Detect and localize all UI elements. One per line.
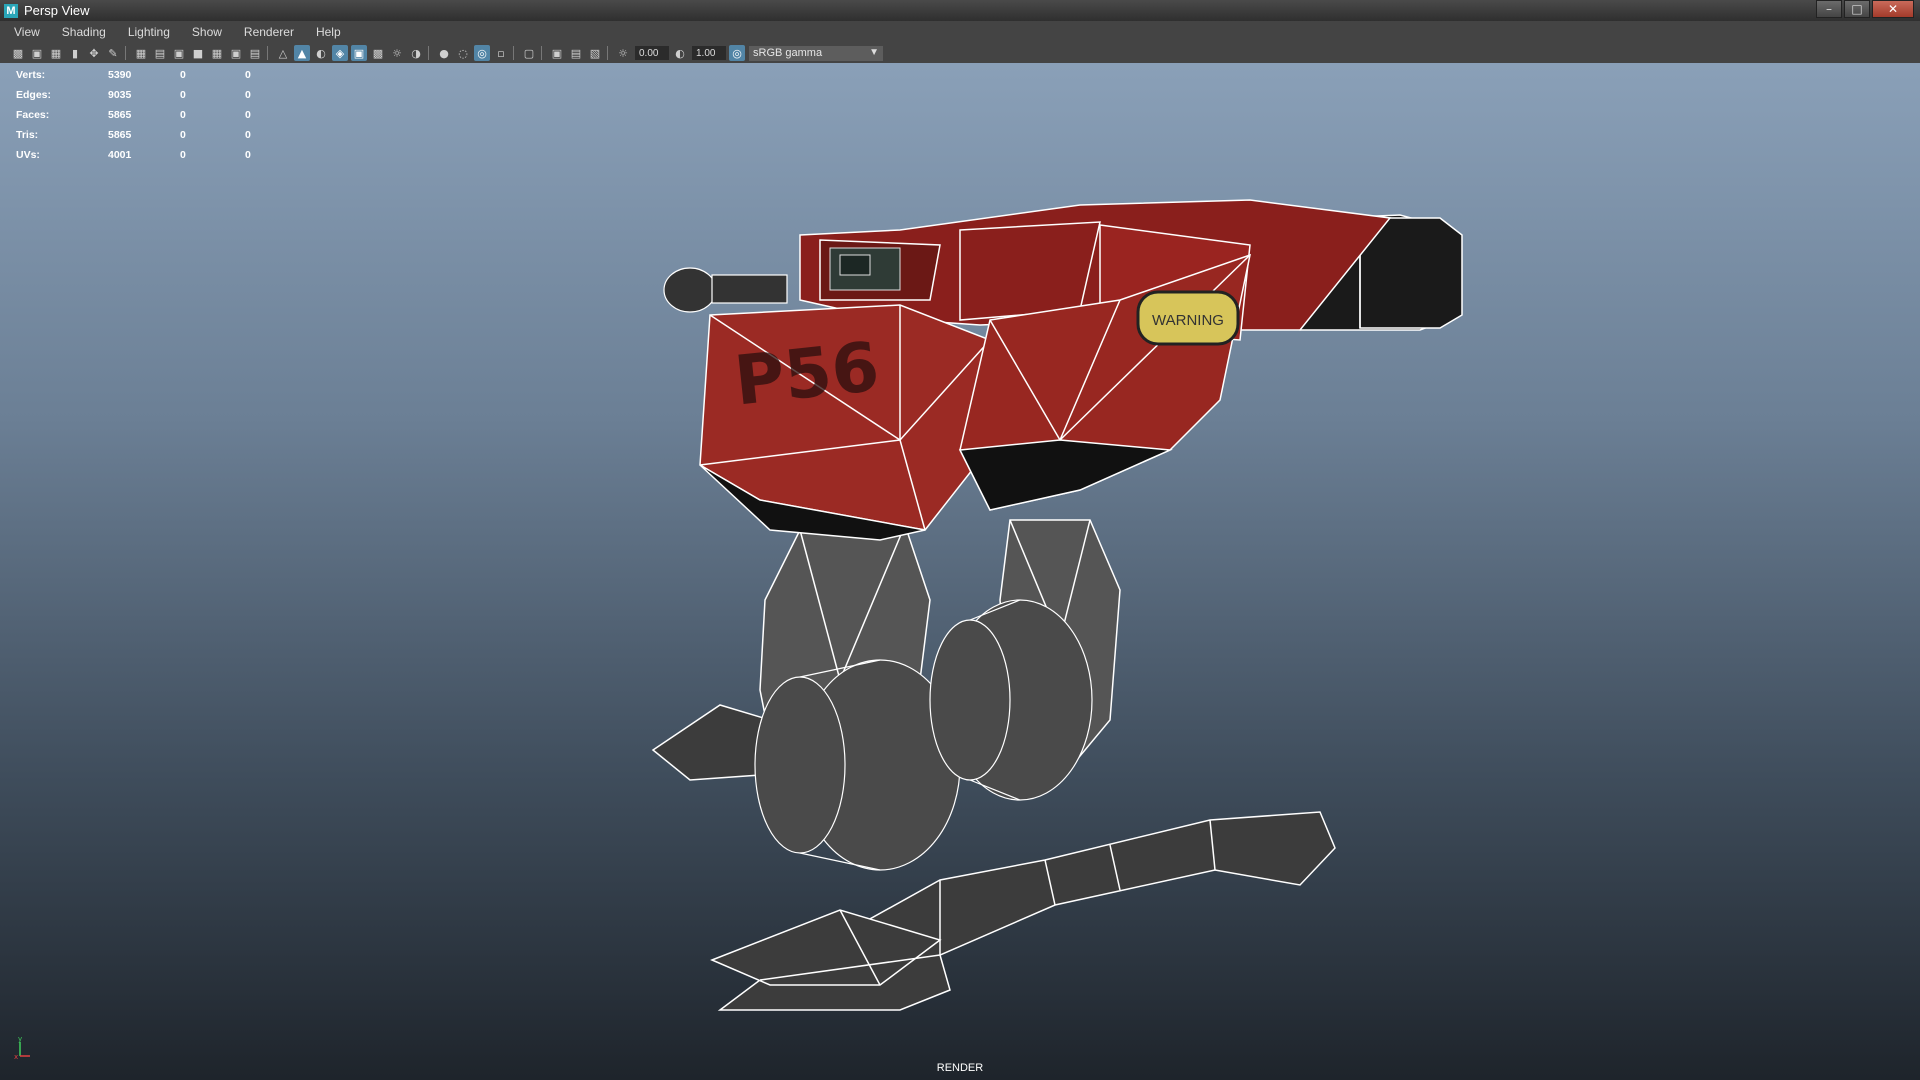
bookmark-icon[interactable]: ▦ (48, 45, 64, 61)
hud-selected: 0 (180, 129, 186, 141)
exposure-icon[interactable]: ☼ (615, 45, 631, 61)
menu-shading[interactable]: Shading (48, 25, 114, 39)
color-space-dropdown[interactable]: sRGB gamma ▼ (749, 45, 883, 61)
hud-other: 0 (245, 89, 251, 101)
menu-renderer[interactable]: Renderer (230, 25, 302, 39)
hud-row-verts: Verts: 5390 0 0 (16, 65, 251, 85)
view-transform-icon[interactable]: ▧ (587, 45, 603, 61)
2d-pan-icon[interactable]: ✥ (86, 45, 102, 61)
poly-count-hud: Verts: 5390 0 0 Edges: 9035 0 0 Faces: 5… (16, 65, 251, 165)
close-button[interactable]: ✕ (1872, 0, 1914, 18)
hud-icon[interactable]: ▤ (568, 45, 584, 61)
hud-other: 0 (245, 109, 251, 121)
maximize-button[interactable]: □ (1844, 0, 1870, 18)
warning-decal: WARNING (1136, 290, 1240, 346)
menu-lighting[interactable]: Lighting (114, 25, 178, 39)
panel-toolbar: ▩ ▣ ▦ ▮ ✥ ✎ ▦ ▤ ▣ ■ ▦ ▣ ▤ △ ▲ ◐ ◈ ▣ ▩ ☼ … (0, 43, 1920, 64)
toolbar-separator (125, 46, 126, 60)
hud-value: 9035 (108, 89, 132, 101)
isolate-select-icon[interactable]: ▢ (521, 45, 537, 61)
grid-icon[interactable]: ▦ (133, 45, 149, 61)
wireframe-icon[interactable]: △ (275, 45, 291, 61)
shadows-icon[interactable]: ◑ (408, 45, 424, 61)
warning-label: WARNING (1152, 312, 1224, 329)
rear-nozzle (663, 267, 788, 313)
hud-value: 5865 (108, 129, 132, 141)
image-plane-icon[interactable]: ▮ (67, 45, 83, 61)
hud-row-edges: Edges: 9035 0 0 (16, 85, 251, 105)
color-management-icon[interactable]: ◎ (729, 45, 745, 61)
exposure-field[interactable]: 0.00 (635, 46, 669, 60)
control-panel (829, 247, 901, 291)
hud-row-uvs: UVs: 4001 0 0 (16, 145, 251, 165)
maya-app-icon: M (4, 3, 18, 18)
motion-blur-icon[interactable]: ◌ (455, 45, 471, 61)
menu-view[interactable]: View (0, 25, 48, 39)
depth-of-field-icon[interactable]: ▫ (493, 45, 509, 61)
hud-label: Edges: (16, 89, 52, 101)
smooth-shade-icon[interactable]: ▲ (294, 45, 310, 61)
gate-mask-icon[interactable]: ■ (190, 45, 206, 61)
hud-label: UVs: (16, 149, 40, 161)
toolbar-separator (541, 46, 542, 60)
hud-label: Tris: (16, 129, 39, 141)
renderer-label: RENDER (936, 1062, 984, 1074)
window-title: Persp View (24, 3, 90, 18)
view-axis-icon: y x (14, 1036, 30, 1060)
camera-icon[interactable]: ▩ (10, 45, 26, 61)
xray-icon[interactable]: ▣ (351, 45, 367, 61)
xray-joints-icon[interactable]: ▣ (549, 45, 565, 61)
hud-label: Faces: (16, 109, 50, 121)
hud-selected: 0 (180, 69, 186, 81)
perspective-viewport[interactable]: WARNING P56 Verts: 5390 0 0 Edges: 9035 … (0, 63, 1920, 1080)
hud-selected: 0 (180, 149, 186, 161)
window-titlebar: M Persp View – □ ✕ (0, 0, 1920, 21)
hud-other: 0 (245, 69, 251, 81)
ambient-occlusion-icon[interactable]: ● (436, 45, 452, 61)
lights-icon[interactable]: ☼ (389, 45, 405, 61)
hud-selected: 0 (180, 109, 186, 121)
safe-title-icon[interactable]: ▤ (247, 45, 263, 61)
gamma-icon[interactable]: ◐ (672, 45, 688, 61)
anti-aliasing-icon[interactable]: ◎ (474, 45, 490, 61)
wireframe-on-shaded-icon[interactable]: ◈ (332, 45, 348, 61)
chevron-down-icon: ▼ (869, 46, 879, 58)
toolbar-separator (513, 46, 514, 60)
panel-menubar: View Shading Lighting Show Renderer Help (0, 21, 1920, 44)
field-chart-icon[interactable]: ▦ (209, 45, 225, 61)
safe-action-icon[interactable]: ▣ (228, 45, 244, 61)
color-space-value: sRGB gamma (753, 47, 823, 59)
toolbar-separator (428, 46, 429, 60)
minimize-button[interactable]: – (1816, 0, 1842, 18)
hud-value: 4001 (108, 149, 132, 161)
axis-x-label: x (14, 1053, 18, 1060)
hud-other: 0 (245, 129, 251, 141)
hud-other: 0 (245, 149, 251, 161)
hud-value: 5390 (108, 69, 132, 81)
toolbar-separator (267, 46, 268, 60)
grease-pencil-icon[interactable]: ✎ (105, 45, 121, 61)
menu-help[interactable]: Help (302, 25, 349, 39)
hud-row-tris: Tris: 5865 0 0 (16, 125, 251, 145)
toolbar-separator (607, 46, 608, 60)
turret-model: WARNING P56 (651, 199, 1463, 1011)
hud-value: 5865 (108, 109, 132, 121)
hud-selected: 0 (180, 89, 186, 101)
axis-y-label: y (18, 1036, 22, 1043)
gamma-field[interactable]: 1.00 (692, 46, 726, 60)
hud-row-faces: Faces: 5865 0 0 (16, 105, 251, 125)
default-lighting-icon[interactable]: ◐ (313, 45, 329, 61)
menu-show[interactable]: Show (178, 25, 230, 39)
camera-attr-icon[interactable]: ▣ (29, 45, 45, 61)
film-gate-icon[interactable]: ▤ (152, 45, 168, 61)
textured-icon[interactable]: ▩ (370, 45, 386, 61)
hud-label: Verts: (16, 69, 46, 81)
resolution-gate-icon[interactable]: ▣ (171, 45, 187, 61)
p56-decal: P56 (731, 328, 883, 422)
